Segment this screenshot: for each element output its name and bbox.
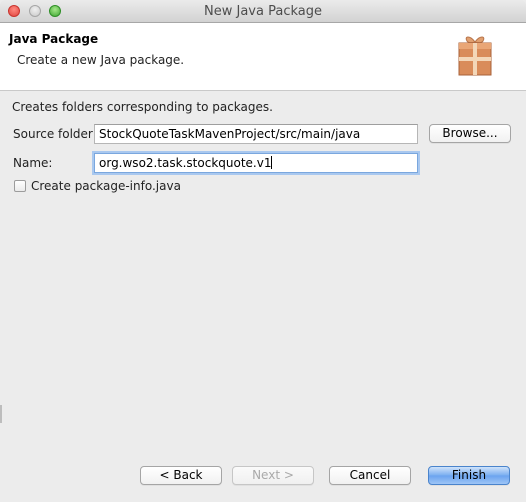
package-name-value: org.wso2.task.stockquote.v1 (99, 156, 272, 170)
cancel-button[interactable]: Cancel (329, 466, 411, 485)
back-button[interactable]: < Back (140, 466, 222, 485)
name-label: Name: (13, 156, 53, 170)
wizard-page-title: Java Package (9, 32, 99, 46)
title-bar[interactable]: New Java Package (0, 0, 526, 23)
finish-button[interactable]: Finish (428, 466, 510, 485)
create-package-info-label[interactable]: Create package-info.java (31, 179, 181, 193)
window-title: New Java Package (204, 4, 322, 19)
new-java-package-dialog: New Java Package Java Package Create a n… (0, 0, 526, 502)
source-folder-label: Source folder: (13, 127, 97, 141)
text-caret (271, 156, 273, 169)
sash-handle[interactable] (0, 405, 2, 423)
package-icon (458, 36, 492, 76)
info-message: Creates folders corresponding to package… (12, 100, 273, 114)
wizard-banner: Java Package Create a new Java package. (0, 23, 526, 91)
next-button[interactable]: Next > (232, 466, 314, 485)
package-name-field[interactable]: org.wso2.task.stockquote.v1 (94, 153, 418, 173)
source-folder-field[interactable]: StockQuoteTaskMavenProject/src/main/java (94, 124, 418, 144)
wizard-page-description: Create a new Java package. (17, 53, 185, 67)
browse-button[interactable]: Browse... (429, 124, 511, 143)
create-package-info-checkbox[interactable] (14, 180, 26, 192)
